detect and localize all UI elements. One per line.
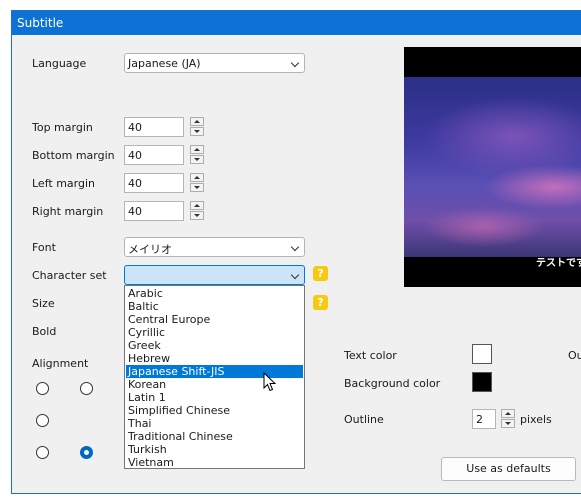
top-margin-input[interactable]: 40 (124, 117, 184, 137)
chevron-down-icon (290, 58, 300, 68)
chevron-down-icon (290, 242, 300, 252)
left-margin-value: 40 (128, 177, 142, 190)
character-set-option[interactable]: Baltic (126, 300, 303, 313)
top-margin-spinner[interactable] (190, 117, 204, 137)
bottom-margin-value: 40 (128, 149, 142, 162)
background-color-label: Background color (344, 377, 441, 390)
preview-subtitle-text: テストです (536, 258, 581, 269)
right-margin-spinner[interactable] (190, 201, 204, 221)
character-set-option[interactable]: Central Europe (126, 313, 303, 326)
character-set-option[interactable]: Turkish (126, 443, 303, 456)
character-set-option[interactable]: Arabic (126, 287, 303, 300)
spin-up-icon[interactable] (190, 173, 204, 182)
character-set-option[interactable]: Thai (126, 417, 303, 430)
align-top-center-radio[interactable] (80, 382, 93, 395)
align-middle-left-radio[interactable] (36, 414, 49, 427)
pixels-label: pixels (520, 413, 552, 426)
outline-value: 2 (476, 413, 483, 426)
title-bar: Subtitle (12, 11, 581, 35)
character-set-help-icon[interactable]: ? (313, 266, 328, 281)
right-margin-input[interactable]: 40 (124, 201, 184, 221)
character-set-label: Character set (32, 269, 107, 282)
mouse-pointer-icon (263, 372, 277, 392)
text-color-label: Text color (344, 349, 397, 362)
spin-up-icon[interactable] (501, 409, 515, 418)
bottom-margin-input[interactable]: 40 (124, 145, 184, 165)
left-margin-input[interactable]: 40 (124, 173, 184, 193)
align-top-left-radio[interactable] (36, 382, 49, 395)
bold-label: Bold (32, 325, 57, 338)
chevron-down-icon (290, 270, 300, 280)
character-set-option[interactable]: Greek (126, 339, 303, 352)
subtitle-preview: テストです (404, 47, 581, 287)
alignment-label: Alignment (32, 357, 89, 370)
spin-down-icon[interactable] (190, 155, 204, 164)
language-select[interactable]: Japanese (JA) (124, 53, 305, 73)
bottom-margin-label: Bottom margin (32, 149, 115, 162)
bottom-margin-spinner[interactable] (190, 145, 204, 165)
character-set-option[interactable]: Traditional Chinese (126, 430, 303, 443)
spin-up-icon[interactable] (190, 201, 204, 210)
spin-down-icon[interactable] (190, 183, 204, 192)
outline-spinner[interactable] (501, 409, 515, 429)
character-set-option[interactable]: Latin 1 (126, 391, 303, 404)
text-color-swatch[interactable] (472, 344, 492, 364)
character-set-option[interactable]: Hebrew (126, 352, 303, 365)
font-label: Font (32, 241, 56, 254)
spin-down-icon[interactable] (190, 127, 204, 136)
window-title: Subtitle (17, 16, 64, 30)
align-bottom-center-radio[interactable] (80, 446, 93, 459)
outline-label: Outline (344, 413, 384, 426)
language-value: Japanese (JA) (128, 57, 201, 70)
top-margin-value: 40 (128, 121, 142, 134)
top-margin-label: Top margin (32, 121, 93, 134)
outline-color-label-cut: Ou (568, 349, 581, 362)
left-margin-label: Left margin (32, 177, 95, 190)
spin-down-icon[interactable] (190, 211, 204, 220)
character-set-option[interactable]: Vietnam (126, 456, 303, 469)
outline-input[interactable]: 2 (472, 409, 496, 429)
spin-up-icon[interactable] (190, 145, 204, 154)
character-set-option[interactable]: Simplified Chinese (126, 404, 303, 417)
language-label: Language (32, 57, 87, 70)
character-set-option[interactable]: Cyrillic (126, 326, 303, 339)
spin-down-icon[interactable] (501, 419, 515, 428)
size-label: Size (32, 297, 55, 310)
left-margin-spinner[interactable] (190, 173, 204, 193)
spin-up-icon[interactable] (190, 117, 204, 126)
right-margin-label: Right margin (32, 205, 104, 218)
right-margin-value: 40 (128, 205, 142, 218)
size-help-icon[interactable]: ? (313, 295, 328, 310)
align-bottom-left-radio[interactable] (36, 446, 49, 459)
font-value: メイリオ (128, 243, 172, 256)
character-set-dropdown-list: Arabic Baltic Central Europe Cyrillic Gr… (124, 285, 305, 469)
preview-image (404, 77, 581, 257)
background-color-swatch[interactable] (472, 372, 492, 392)
character-set-select[interactable] (124, 265, 305, 285)
font-select[interactable]: メイリオ (124, 237, 305, 257)
use-as-defaults-button[interactable]: Use as defaults (441, 457, 576, 481)
